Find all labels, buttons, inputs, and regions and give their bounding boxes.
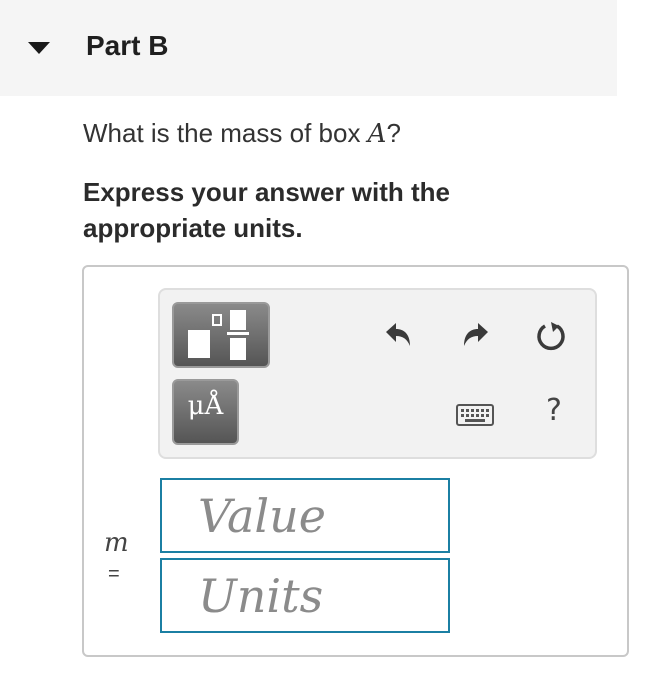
question-suffix: ? [386,118,401,148]
units-icon: μÅ [187,391,224,421]
reset-icon [537,322,565,351]
template-exponent-shape [212,314,222,326]
value-input[interactable] [160,478,450,553]
question-variable: A [367,119,387,149]
answer-variable: m [104,528,129,558]
help-icon: ? [546,393,562,428]
question-text: What is the mass of box A? [83,118,401,149]
undo-button[interactable] [380,318,416,354]
part-title: Part B [86,30,169,61]
collapse-caret-icon[interactable] [28,42,50,54]
equals-sign: = [108,563,120,585]
template-denominator-shape [230,338,246,360]
redo-button[interactable] [458,318,494,354]
reset-button[interactable] [533,318,569,354]
undo-icon [386,323,410,346]
template-block-shape [188,330,210,358]
units-button[interactable]: μÅ [172,379,239,445]
question-prefix: What is the mass of box [83,118,368,148]
redo-icon [464,323,488,346]
units-input[interactable] [160,558,450,633]
answer-instruction: Express your answer with the appropriate… [83,177,451,243]
part-header[interactable]: Part B [0,0,617,96]
template-numerator-shape [230,310,246,330]
keyboard-button[interactable] [455,398,495,432]
help-button[interactable]: ? [537,393,571,433]
keyboard-icon [456,404,494,426]
templates-button[interactable] [172,302,270,368]
template-fraction-bar [227,332,249,335]
